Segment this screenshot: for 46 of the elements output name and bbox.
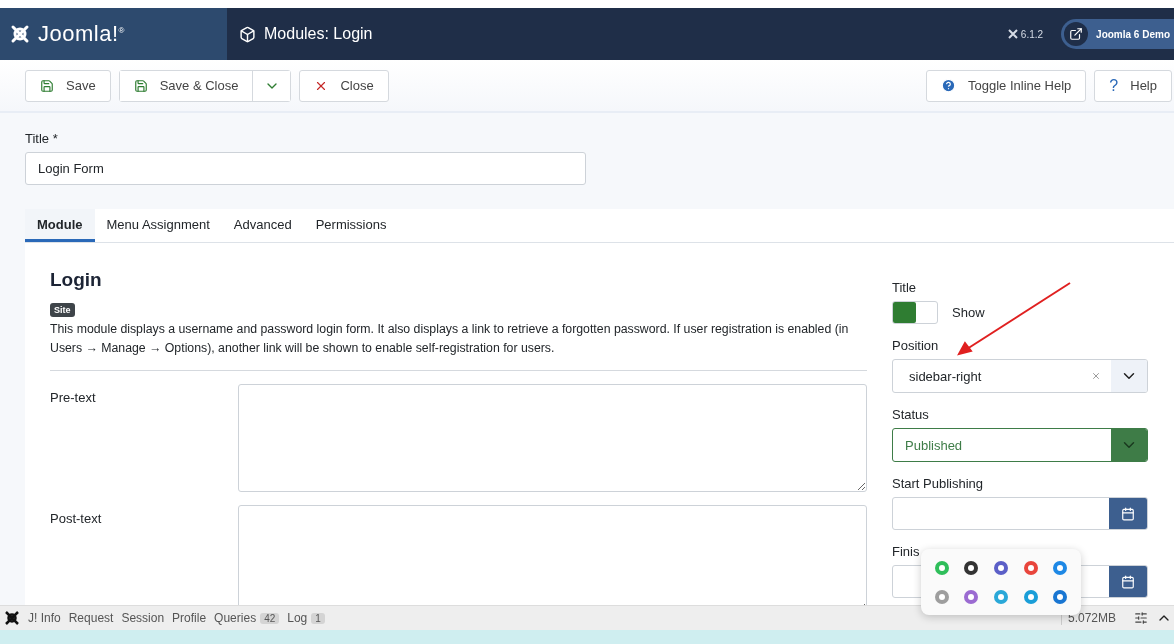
count-badge: 1 xyxy=(311,612,325,624)
field-label: Post-text xyxy=(50,510,103,528)
module-title: Login xyxy=(50,269,103,291)
tab[interactable]: Module xyxy=(25,209,95,242)
field-label: Start Publishing xyxy=(892,476,985,491)
title-input[interactable]: Login Form xyxy=(25,152,586,185)
close-button[interactable]: Close xyxy=(299,69,389,102)
joomla-icon xyxy=(1007,29,1018,39)
calendar-button[interactable] xyxy=(1109,498,1147,529)
site-badge: Site xyxy=(50,303,75,317)
external-link-icon xyxy=(1069,27,1084,41)
site-link[interactable]: Joomla 6 Demo xyxy=(1061,19,1174,49)
field-label: Status xyxy=(892,407,930,422)
field-label: Position xyxy=(892,338,940,353)
debug-tab[interactable]: Profile xyxy=(172,611,207,625)
logo-text: Joomla!$^{®}$ xyxy=(38,21,125,47)
calendar-icon xyxy=(1121,506,1135,521)
title-label: Title * xyxy=(25,131,59,146)
settings-icon[interactable] xyxy=(1134,611,1148,625)
joomla-icon[interactable] xyxy=(4,610,20,626)
help-icon xyxy=(941,78,956,93)
count-badge: 42 xyxy=(260,612,280,624)
field-label: Title xyxy=(892,280,918,295)
module-description: This module displays a username and password login form. It also displays a link to retrieve a forgotten password. If user registration is enabled (in Users → Manage → Options), another link will be shown to enable self-registration for users. xyxy=(50,320,867,371)
debug-tab[interactable]: Log xyxy=(287,611,308,625)
debug-tab[interactable]: Queries xyxy=(214,611,257,625)
page-title: Modules: Login xyxy=(264,25,373,43)
save-button[interactable]: Save xyxy=(25,69,111,102)
debug-tab[interactable]: J! Info xyxy=(28,611,61,625)
status-select[interactable]: Published xyxy=(892,428,1148,462)
position-select[interactable]: sidebar-right xyxy=(892,359,1148,393)
clear-icon[interactable] xyxy=(1091,371,1101,381)
switch-label: Show xyxy=(952,305,985,320)
field-label: Finis xyxy=(892,544,921,559)
help-button[interactable]: ? Help xyxy=(1094,69,1172,102)
date-field[interactable] xyxy=(892,497,1148,530)
debug-tab[interactable]: Request xyxy=(68,611,114,625)
cube-icon xyxy=(239,25,256,43)
field-label: Pre-text xyxy=(50,389,97,407)
version-text: 6.1.2 xyxy=(1020,28,1044,40)
toggle-switch[interactable] xyxy=(892,301,938,324)
toggle-help-button[interactable]: Toggle Inline Help xyxy=(926,69,1087,102)
calendar-button[interactable] xyxy=(1109,566,1147,597)
calendar-icon xyxy=(1121,574,1135,589)
debug-tab[interactable]: Session xyxy=(121,611,165,625)
help-icon: ? xyxy=(1109,76,1119,95)
